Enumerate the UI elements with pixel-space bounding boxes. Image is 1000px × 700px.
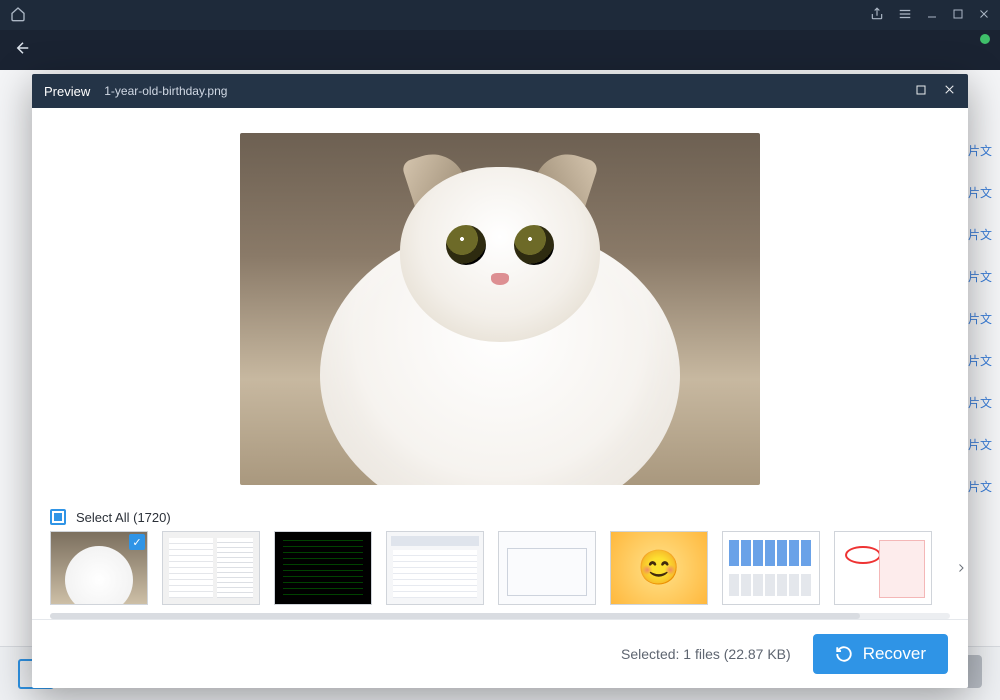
thumbnail[interactable]: ✓: [50, 531, 148, 605]
thumbnail[interactable]: [386, 531, 484, 605]
preview-maximize-icon[interactable]: [915, 83, 927, 99]
thumbnail-strip: ✓: [50, 531, 950, 605]
thumbnail[interactable]: [722, 531, 820, 605]
status-dot-icon: [980, 34, 990, 44]
recover-button[interactable]: Recover: [813, 634, 948, 674]
select-all-label: Select All (1720): [76, 510, 171, 525]
menu-icon[interactable]: [898, 7, 912, 24]
selected-info: Selected: 1 files (22.87 KB): [621, 646, 791, 662]
recover-icon: [835, 645, 853, 663]
preview-filename: 1-year-old-birthday.png: [104, 84, 227, 98]
back-icon[interactable]: [14, 39, 32, 62]
preview-main: [32, 108, 968, 509]
thumbnail[interactable]: [274, 531, 372, 605]
preview-footer: Selected: 1 files (22.87 KB) Recover: [32, 619, 968, 688]
preview-close-icon[interactable]: [943, 83, 956, 99]
preview-titlebar: Preview 1-year-old-birthday.png: [32, 74, 968, 108]
minimize-icon[interactable]: [926, 8, 938, 23]
app-titlebar: [0, 0, 1000, 30]
maximize-icon[interactable]: [952, 8, 964, 23]
thumbnail[interactable]: [498, 531, 596, 605]
preview-title: Preview: [44, 84, 90, 99]
preview-image: [240, 133, 760, 485]
bg-file-list: 片文片文片文片文片文片文片文片文片文: [968, 130, 996, 508]
thumbnail[interactable]: [610, 531, 708, 605]
thumbnail[interactable]: [834, 531, 932, 605]
select-all-checkbox[interactable]: [50, 509, 66, 525]
back-strip: [0, 30, 1000, 70]
close-icon[interactable]: [978, 8, 990, 23]
preview-modal: Preview 1-year-old-birthday.png: [32, 74, 968, 688]
thumb-next-icon[interactable]: [950, 551, 968, 585]
check-icon: ✓: [129, 534, 145, 550]
share-icon[interactable]: [870, 7, 884, 24]
home-icon[interactable]: [10, 6, 26, 25]
thumbnail[interactable]: [162, 531, 260, 605]
thumb-scrollbar[interactable]: [50, 613, 950, 619]
